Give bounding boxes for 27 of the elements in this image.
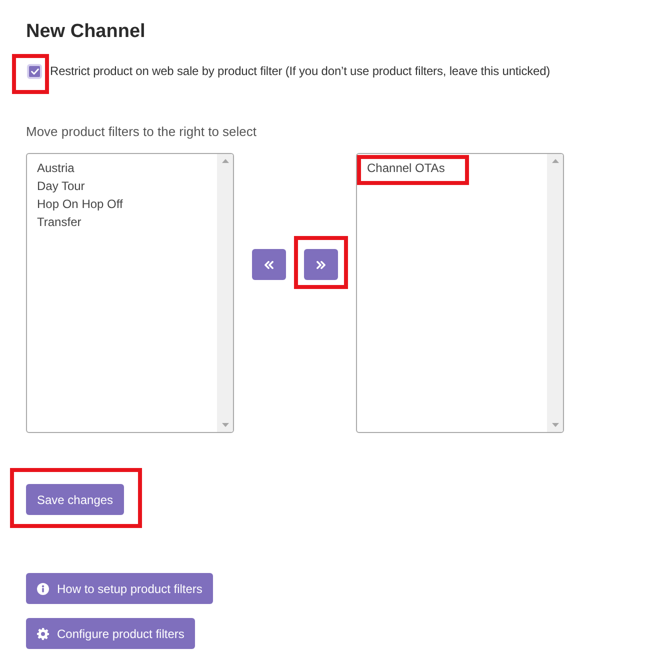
scrollbar[interactable]: [217, 154, 233, 432]
scroll-down-arrow-icon: [222, 423, 228, 427]
help-button[interactable]: How to setup product filters: [26, 573, 214, 604]
scroll-up-arrow-icon: [552, 159, 558, 163]
info-icon: [37, 582, 49, 594]
instruction-text: Move product filters to the right to select: [26, 124, 258, 140]
checkbox[interactable]: [27, 64, 42, 78]
scrollbar[interactable]: [547, 154, 563, 432]
double-chevron-right-icon: [316, 260, 326, 268]
list-item[interactable]: Transfer: [27, 213, 92, 231]
configure-button[interactable]: Configure product filters: [26, 618, 196, 649]
list-item[interactable]: Channel OTAs: [357, 159, 455, 177]
gear-icon: [37, 628, 49, 640]
save-button[interactable]: Save changes: [26, 484, 124, 515]
list-item[interactable]: Day Tour: [27, 177, 95, 195]
list-item[interactable]: Austria: [27, 159, 84, 177]
move-right-button[interactable]: [304, 249, 338, 280]
move-left-button[interactable]: [252, 249, 286, 280]
listbox[interactable]: Austria Day Tour Hop On Hop Off Transfer: [26, 153, 234, 433]
scroll-up-arrow-icon: [222, 159, 228, 163]
page-title: New Channel: [26, 20, 146, 44]
listbox[interactable]: Channel OTAs: [356, 153, 564, 433]
list-item[interactable]: Hop On Hop Off: [27, 195, 133, 213]
checkbox-label: Restrict product on web sale by product filter (If you don’t use product filters, leave this unticked): [50, 63, 550, 79]
scroll-down-arrow-icon: [552, 423, 558, 427]
double-chevron-left-icon: [264, 260, 274, 268]
check-icon: [30, 68, 38, 74]
